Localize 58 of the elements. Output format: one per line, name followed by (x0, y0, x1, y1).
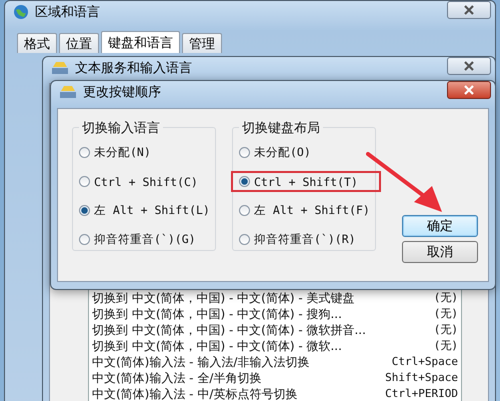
option-label: 左 Alt + Shift(F) (254, 203, 370, 218)
hotkey-action: 中文(简体)输入法 - 中/英标点符号切换 (92, 386, 298, 401)
dialog-button[interactable]: 确定 (402, 215, 478, 237)
option-label: 未分配(O) (254, 145, 311, 160)
radio-option[interactable]: 抑音符重音(`)(G) (71, 229, 221, 250)
globe-icon (13, 4, 29, 20)
hotkey-action: 切换到 中文(简体，中国) - 中文(简体) - 微软... (92, 338, 342, 354)
option-label: 抑音符重音(`)(R) (254, 232, 356, 247)
radio-button[interactable] (79, 147, 90, 158)
hotkey-action: 切换到 中文(简体，中国) - 中文(简体) - 微软拼音... (92, 322, 366, 338)
radio-button[interactable] (239, 176, 250, 187)
option-label: 抑音符重音(`)(G) (94, 232, 196, 247)
hotkey-keys: (无) (434, 290, 458, 306)
hotkey-keys: Ctrl+Space (392, 354, 458, 370)
tab[interactable]: 位置 (59, 33, 99, 53)
hotkey-keys: (无) (434, 322, 458, 338)
radio-option[interactable]: 左 Alt + Shift(F) (231, 200, 381, 221)
tab[interactable]: 键盘和语言 (101, 31, 180, 53)
radio-option[interactable]: 未分配(O) (231, 142, 381, 163)
hotkey-action: 中文(简体)输入法 - 全/半角切换 (92, 370, 262, 386)
hotkey-keys: Shift+Space (385, 370, 458, 386)
radio-button[interactable] (79, 205, 90, 216)
hotkey-action: 中文(简体)输入法 - 输入法/非输入法切换 (92, 354, 310, 370)
radio-button[interactable] (239, 147, 250, 158)
keyboard-icon (59, 85, 77, 99)
option-label: 左 Alt + Shift(L) (94, 203, 210, 218)
dialog-title: 文本服务和输入语言 (75, 60, 193, 77)
close-icon (463, 61, 475, 71)
option-label: Ctrl + Shift(T) (254, 174, 358, 188)
radio-button[interactable] (79, 176, 90, 187)
hotkey-keys: (无) (434, 306, 458, 322)
tab[interactable]: 管理 (182, 33, 222, 53)
hotkey-action: 切换到 中文(简体，中国) - 中文(简体) - 美式键盘 (92, 290, 354, 306)
close-button[interactable] (447, 81, 491, 99)
keyboard-icon (51, 61, 69, 75)
radio-button[interactable] (239, 234, 250, 245)
group-title: 切换键盘布局 (239, 119, 323, 137)
highlight-frame[interactable]: Ctrl + Shift(T) (231, 171, 381, 192)
dialog-title: 更改按键顺序 (83, 84, 162, 101)
radio-option[interactable]: 左 Alt + Shift(L) (71, 200, 221, 221)
option-label: Ctrl + Shift(C) (94, 174, 198, 188)
close-icon (463, 85, 475, 95)
option-label: 未分配(N) (94, 145, 151, 160)
radio-button[interactable] (239, 205, 250, 216)
radio-option[interactable]: 抑音符重音(`)(R) (231, 229, 381, 250)
window-title: 区域和语言 (35, 4, 101, 21)
hotkey-keys: Ctrl+PERIOD (385, 386, 458, 401)
hotkey-action: 切换到 中文(简体，中国) - 中文(简体) - 搜狗... (92, 306, 342, 322)
radio-option[interactable]: 未分配(N) (71, 142, 221, 163)
radio-button[interactable] (79, 234, 90, 245)
hotkey-keys: (无) (434, 338, 458, 354)
close-button[interactable] (447, 1, 491, 19)
close-button[interactable] (447, 57, 491, 75)
tab[interactable]: 格式 (17, 33, 57, 53)
dialog-button[interactable]: 取消 (402, 241, 478, 263)
group-title: 切换输入语言 (79, 119, 163, 137)
radio-option[interactable]: Ctrl + Shift(C) (71, 171, 221, 192)
close-icon (463, 5, 475, 15)
